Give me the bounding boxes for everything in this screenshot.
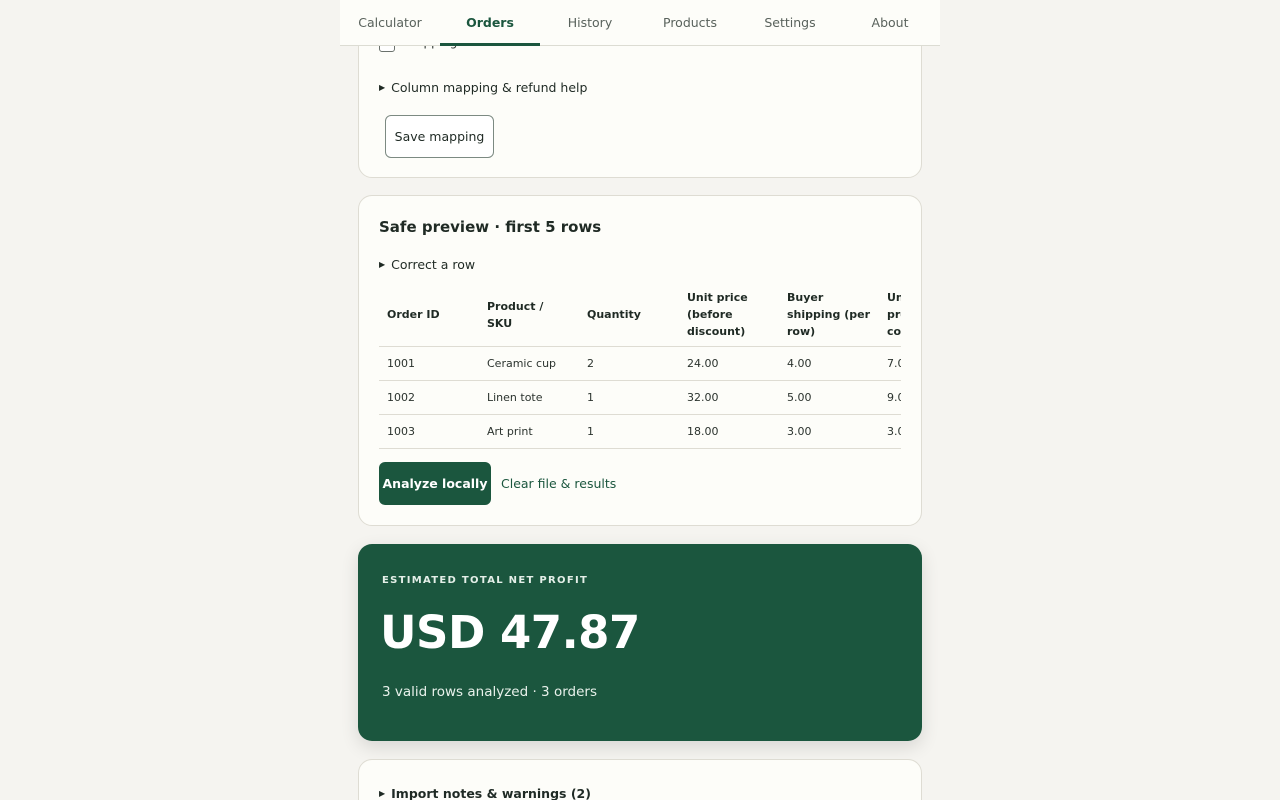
clear-file-button[interactable]: Clear file & results <box>501 476 616 491</box>
net-profit-summary: ESTIMATED TOTAL NET PROFIT USD 47.87 3 v… <box>358 544 922 741</box>
table-cell: Ceramic cup <box>479 346 579 381</box>
column-header: Order ID <box>379 284 479 347</box>
table-cell: 9.00 <box>879 380 901 415</box>
tab-settings[interactable]: Settings <box>740 0 840 45</box>
tab-orders[interactable]: Orders <box>440 0 540 46</box>
table-row: 1002 Linen tote 1 32.00 5.00 9.00 <box>379 380 901 415</box>
table-cell: 24.00 <box>679 346 779 381</box>
table-row: 1001 Ceramic cup 2 24.00 4.00 7.00 <box>379 346 901 381</box>
table-cell: 3.00 <box>779 414 879 449</box>
preview-table-scroll[interactable]: Order ID Product / SKU Quantity Unit pri… <box>379 284 901 449</box>
safe-preview-card: Safe preview · first 5 rows ▶ Correct a … <box>358 195 922 526</box>
profit-label: ESTIMATED TOTAL NET PROFIT <box>382 575 589 586</box>
column-header: Quantity <box>579 284 679 347</box>
analyze-locally-button[interactable]: Analyze locally <box>379 462 491 505</box>
column-header: Buyer shipping (per row) <box>779 284 879 347</box>
correct-row-label: Correct a row <box>391 257 476 272</box>
save-mapping-button[interactable]: Save mapping <box>385 115 494 158</box>
tab-history[interactable]: History <box>540 0 640 45</box>
import-notes-label: Import notes & warnings (2) <box>391 786 591 800</box>
table-cell: 1003 <box>379 414 479 449</box>
import-notes-card: ▶ Import notes & warnings (2) <box>358 759 922 800</box>
import-notes-toggle[interactable]: ▶ Import notes & warnings (2) <box>379 786 591 800</box>
tab-about[interactable]: About <box>840 0 940 45</box>
top-navigation: Calculator Orders History Products Setti… <box>340 0 940 46</box>
column-header: Unit price (before discount) <box>679 284 779 347</box>
preview-title: Safe preview · first 5 rows <box>379 218 602 236</box>
table-cell: 1002 <box>379 380 479 415</box>
table-cell: 1001 <box>379 346 479 381</box>
correct-row-toggle[interactable]: ▶ Correct a row <box>379 257 475 272</box>
table-cell: 18.00 <box>679 414 779 449</box>
preview-table: Order ID Product / SKU Quantity Unit pri… <box>379 284 901 449</box>
mapping-help-toggle[interactable]: ▶ Column mapping & refund help <box>379 80 587 95</box>
mapping-help-label: Column mapping & refund help <box>391 80 588 95</box>
triangle-right-icon: ▶ <box>379 789 386 798</box>
tab-products[interactable]: Products <box>640 0 740 45</box>
table-header-row: Order ID Product / SKU Quantity Unit pri… <box>379 284 901 347</box>
table-cell: 1 <box>579 380 679 415</box>
column-header: Product / SKU <box>479 284 579 347</box>
table-cell: 3.00 <box>879 414 901 449</box>
table-cell: 1 <box>579 414 679 449</box>
table-row: 1003 Art print 1 18.00 3.00 3.00 <box>379 414 901 449</box>
table-cell: 2 <box>579 346 679 381</box>
table-cell: 32.00 <box>679 380 779 415</box>
column-header: Unit product production cost <box>879 284 901 347</box>
tab-calculator[interactable]: Calculator <box>340 0 440 45</box>
triangle-right-icon: ▶ <box>379 260 386 269</box>
table-cell: Linen tote <box>479 380 579 415</box>
table-cell: 4.00 <box>779 346 879 381</box>
table-cell: 7.00 <box>879 346 901 381</box>
table-cell: Art print <box>479 414 579 449</box>
triangle-right-icon: ▶ <box>379 83 386 92</box>
table-cell: 5.00 <box>779 380 879 415</box>
profit-value: USD 47.87 <box>380 606 640 659</box>
profit-subtitle: 3 valid rows analyzed · 3 orders <box>382 684 597 700</box>
